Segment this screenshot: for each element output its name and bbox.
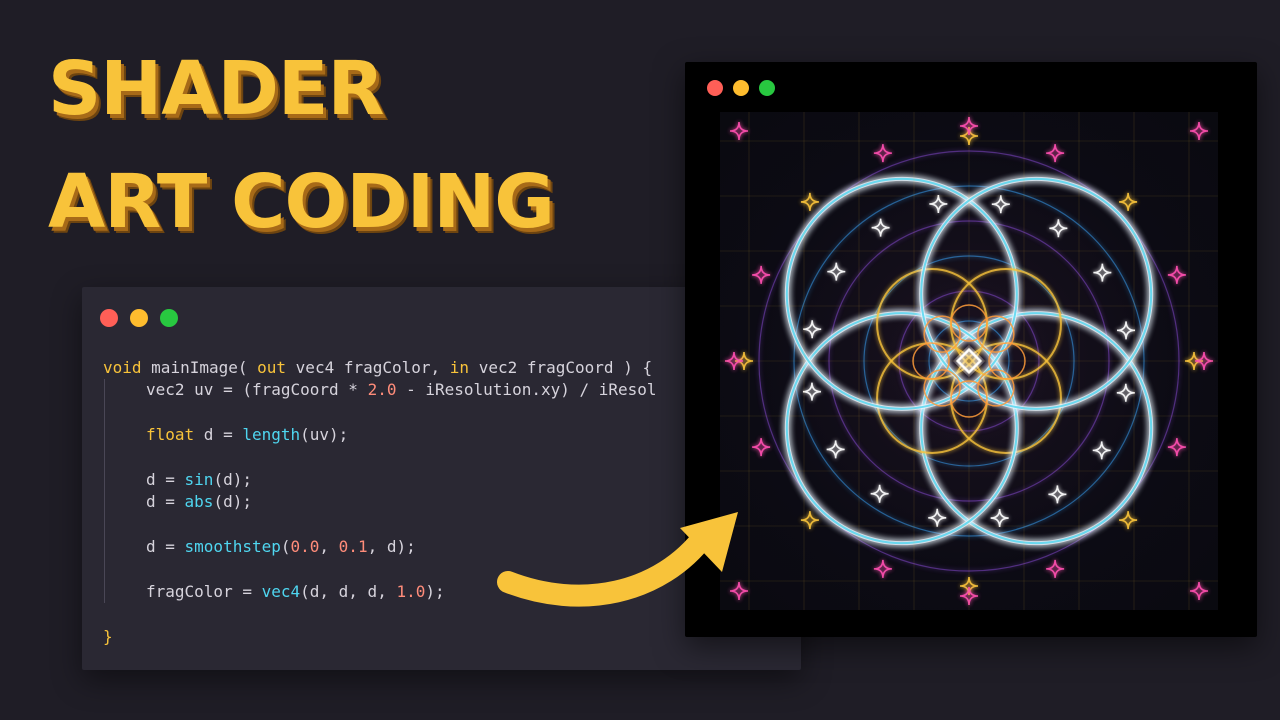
code-line: vec2 uv = (fragCoord * 2.0 - iResolution… [103, 379, 657, 402]
code-line: d = sin(d); [103, 468, 657, 492]
code-token: void [103, 358, 152, 377]
code-token: d = [203, 425, 243, 445]
code-token: abs [184, 492, 214, 512]
minimize-button[interactable] [130, 309, 148, 327]
code-token: ); [425, 581, 445, 601]
title-line-1: SHADER [48, 46, 384, 132]
code-token: (d); [213, 492, 252, 512]
code-token: (uv); [300, 425, 349, 445]
code-token: 1.0 [396, 581, 426, 601]
preview-maximize-button[interactable] [759, 80, 775, 96]
code-token: 0.1 [338, 537, 368, 557]
arrow-icon [497, 512, 738, 607]
code-line: float d = length(uv); [103, 424, 657, 447]
code-token: smoothstep [184, 537, 281, 557]
code-token: , d); [367, 537, 416, 557]
code-token: vec2 fragCoord ) { [478, 358, 653, 377]
code-token: out [257, 358, 296, 377]
code-token: mainImage( [151, 358, 258, 377]
window-controls [100, 309, 178, 327]
title-line-2: ART CODING [48, 159, 555, 245]
code-token: - iResolution.xy) / iResol [396, 380, 657, 400]
preview-window-controls [707, 80, 775, 96]
code-token: 2.0 [367, 380, 397, 400]
preview-close-button[interactable] [707, 80, 723, 96]
code-token: , [319, 537, 339, 557]
code-token: vec4 [261, 581, 301, 601]
code-token: 0.0 [290, 537, 320, 557]
close-button[interactable] [100, 309, 118, 327]
code-line [103, 401, 657, 425]
code-token: d = [146, 469, 185, 489]
code-line [103, 446, 657, 469]
code-token: fragColor = [146, 581, 262, 601]
code-token: (d, d, d, [300, 581, 397, 601]
code-token: ( [280, 537, 291, 557]
code-token: vec4 fragColor, [295, 358, 450, 377]
shader-output-canvas [720, 112, 1218, 610]
kaleidoscope-pattern [720, 112, 1218, 610]
code-token: (d); [213, 469, 252, 489]
shader-preview-window [685, 62, 1257, 637]
code-line: void mainImage( out vec4 fragColor, in v… [103, 357, 657, 379]
code-token: sin [184, 469, 214, 489]
code-token: d = [146, 492, 185, 512]
code-token: } [103, 626, 113, 646]
code-token: in [449, 358, 479, 377]
preview-minimize-button[interactable] [733, 80, 749, 96]
code-token: length [242, 425, 301, 445]
code-token: d = [146, 537, 185, 557]
code-token: float [146, 425, 204, 445]
maximize-button[interactable] [160, 309, 178, 327]
code-token: vec2 uv = (fragCoord * [146, 380, 368, 400]
code-line: } [103, 626, 657, 648]
